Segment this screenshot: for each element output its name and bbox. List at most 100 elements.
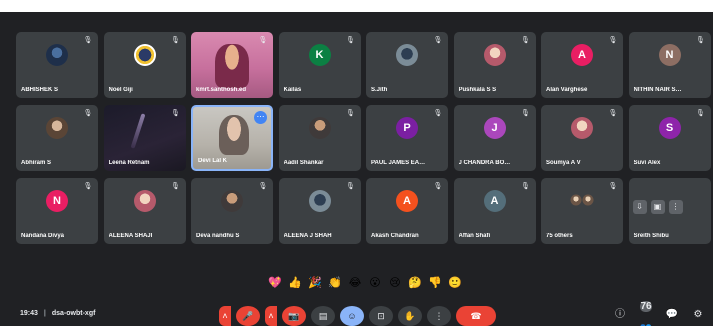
participant-tile[interactable]: 🎙 75 others [541,178,623,244]
reaction-emoji[interactable]: 🙂 [448,276,462,290]
captions-icon[interactable]: ▤ [311,306,335,326]
avatar: P [396,117,418,139]
participant-tile[interactable]: ⋯ Devi Lal K [191,105,273,171]
participant-name: kmrt.santhosh.ed [196,87,247,93]
activities-icon[interactable]: ⚙ [691,308,705,322]
participant-name: ALEENA J SHAH [283,233,332,239]
avatar [483,44,506,66]
participant-tile[interactable]: J 🎙 J CHANDRA BO… [453,105,536,171]
camera-icon[interactable]: 📷 [282,306,306,326]
reactions-icon[interactable]: ☺ [340,306,364,326]
reaction-emoji[interactable]: 💖 [268,276,282,290]
participant-tile[interactable]: N 🎙 NITHIN NAIR S… [628,32,711,98]
participant-tile[interactable]: 🎙 Soumya A V [541,105,623,171]
reaction-emoji[interactable]: 🤔 [408,276,422,290]
meet-screen: 🎙 ABHISHEK S 🎙 Noel Giji 🎙 kmrt.santhosh.ed K 🎙… [0,12,713,326]
muted-mic-icon: 🎙 [696,37,705,44]
mic-icon[interactable]: 🎤 [236,306,260,326]
participant-tile[interactable]: N 🎙 Nandana Divya [16,178,98,244]
participant-tile[interactable]: 🎙 Pushkala S S [453,32,536,98]
meeting-code: dsa-owbt-xgf [51,310,96,317]
chat-icon[interactable]: 💬 [665,308,679,322]
participant-tile[interactable]: ⇩ ▣ ⋮ Sreith Shibu [628,178,711,244]
participant-name: Sreith Shibu [633,233,669,239]
muted-mic-icon: 🎙 [346,37,355,44]
reaction-emoji[interactable]: 👏 [328,276,342,290]
participant-name: Devi Lal K [198,158,228,164]
reaction-emoji[interactable]: 👍 [288,276,302,290]
avatar [308,190,331,212]
meeting-time: 19:43 [20,310,38,317]
self-tile-controls: ⇩ ▣ ⋮ [632,200,683,214]
participant-name: Aadil Shankar [283,160,324,166]
participant-tile[interactable]: 🎙 ALEENA J SHAH [278,178,361,244]
reaction-emoji[interactable]: 🎉 [308,276,322,290]
muted-mic-icon: 🎙 [433,37,443,44]
people-button[interactable]: 76 👥 [639,301,653,326]
muted-mic-icon: 🎙 [171,183,180,190]
participant-tile[interactable]: 🎙 ALEENA SHAJI [103,178,186,244]
muted-mic-icon: 🎙 [83,183,93,190]
participant-tile[interactable]: 🎙 Noel Giji [103,32,186,98]
participant-tile[interactable]: 🎙 kmrt.santhosh.ed [191,32,273,98]
camera-options-button[interactable]: ˄ [265,306,277,326]
frame-icon[interactable]: ▣ [650,200,665,214]
muted-mic-icon: 🎙 [696,110,705,117]
raise-hand-icon[interactable]: ✋ [398,306,422,326]
mic-options-button[interactable]: ˄ [219,306,231,326]
reaction-emoji[interactable]: 😢 [388,276,402,290]
muted-mic-icon: 🎙 [258,183,268,190]
side-controls: ⓘ 76 👥 💬 ⚙ [613,301,705,326]
participant-name: ABHISHEK S [21,87,59,93]
more-vert-icon[interactable]: ⋮ [668,200,683,214]
avatar: A [483,190,506,212]
avatar: S [658,117,681,139]
avatar [582,194,594,206]
participant-tile[interactable]: 🎙 Leena Retnam [103,105,186,171]
avatar [46,44,68,66]
pin-icon[interactable]: ⇩ [632,200,647,214]
participant-name: Noel Giji [108,87,133,93]
present-icon[interactable]: ⊡ [369,306,393,326]
participant-video [130,113,145,149]
participant-tile[interactable]: A 🎙 Alan Varghese [541,32,623,98]
call-controls: ˄ 🎤 ˄ 📷 ▤ ☺ ⊡ ✋ ⋮ ☎ [219,306,496,326]
participant-name: ALEENA SHAJI [108,233,153,239]
participant-video [215,44,249,88]
avatar: J [483,117,506,139]
avatar [396,44,418,66]
reaction-emoji[interactable]: 😮 [368,276,382,290]
end-call-icon[interactable]: ☎ [456,306,496,326]
participant-tile[interactable]: P 🎙 PAUL JAMES EA… [366,105,448,171]
participant-tile[interactable]: A 🎙 Affan Shafi [453,178,536,244]
info-icon[interactable]: ⓘ [613,308,627,322]
participant-tile[interactable]: 🎙 Deva nandhu S [191,178,273,244]
participant-name: Soumya A V [546,160,581,166]
participant-tile[interactable]: 🎙 S.Jith [366,32,448,98]
more-options-icon[interactable]: ⋮ [427,306,451,326]
avatar [308,117,331,139]
speaking-indicator-icon: ⋯ [254,111,267,124]
participant-name: Leena Retnam [108,160,150,166]
muted-mic-icon: 🎙 [608,183,618,190]
participant-name: Deva nandhu S [196,233,240,239]
muted-mic-icon: 🎙 [433,110,443,117]
avatar [221,190,243,212]
participant-tile[interactable]: 🎙 ABHISHEK S [16,32,98,98]
participant-name: Akash Chandran [371,233,419,239]
reaction-emoji[interactable]: 👎 [428,276,442,290]
reaction-emoji[interactable]: 😂 [348,276,362,290]
avatar: A [571,44,593,66]
bottom-bar: 19:43 | dsa-owbt-xgf ˄ 🎤 ˄ 📷 ▤ ☺ ⊡ ✋ ⋮ ☎ ⓘ… [0,301,713,326]
participant-tile[interactable]: A 🎙 Akash Chandran [366,178,448,244]
participant-tile[interactable]: 🎙 Abhiram S [16,105,98,171]
muted-mic-icon: 🎙 [83,37,93,44]
participant-tile[interactable]: 🎙 Aadil Shankar [278,105,361,171]
participant-tile[interactable]: K 🎙 Kailas [278,32,361,98]
reaction-bar: 💖 👍 🎉 👏 😂 😮 😢 🤔 👎 🙂 [268,276,462,290]
participant-name: Abhiram S [21,160,52,166]
participant-video [219,115,249,155]
participant-name: Pushkala S S [458,87,497,93]
avatar [570,194,582,206]
participant-tile[interactable]: S 🎙 Suvi Alex [628,105,711,171]
